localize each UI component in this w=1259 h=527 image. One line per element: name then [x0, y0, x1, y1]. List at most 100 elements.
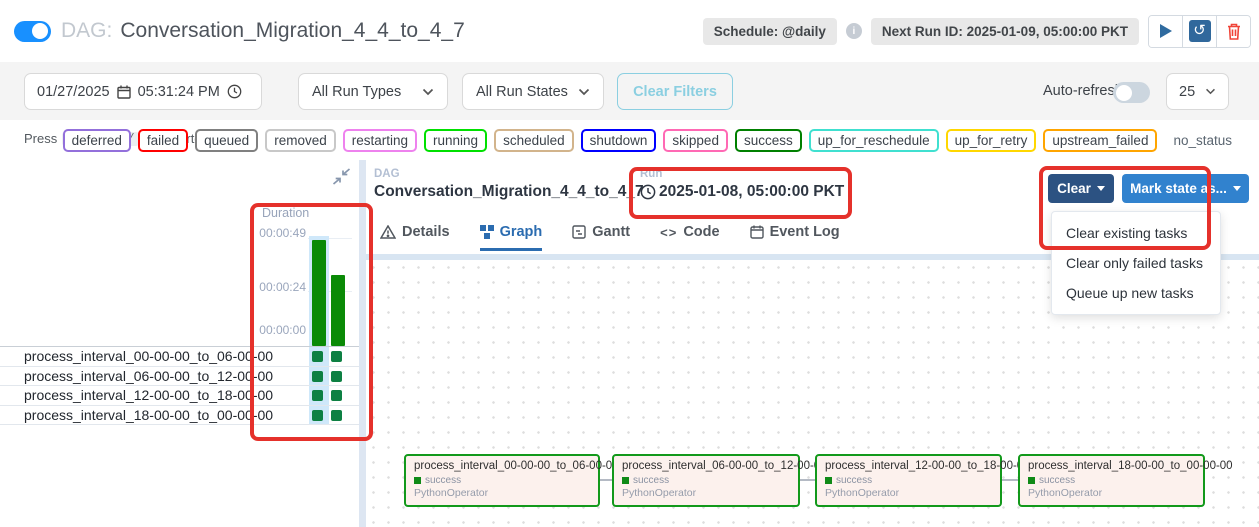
refresh-icon: ↺ — [1189, 20, 1211, 42]
node-status: success — [622, 475, 669, 486]
tab-label: Event Log — [770, 224, 840, 240]
tab-gantt[interactable]: Gantt — [572, 224, 630, 248]
time-value[interactable]: 05:31:24 PM — [138, 84, 220, 100]
play-icon — [1160, 24, 1172, 38]
tab-event-log[interactable]: Event Log — [750, 224, 840, 248]
success-square-icon — [825, 477, 832, 484]
grid-panel: Duration 00:00:49 00:00:24 00:00:00 proc… — [0, 160, 359, 527]
tab-label: Code — [683, 224, 719, 240]
legend-badge-scheduled[interactable]: scheduled — [494, 129, 574, 152]
run-states-select[interactable]: All Run States — [462, 73, 604, 110]
dag-name-value: Conversation_Migration_4_4_to_4_7 — [374, 183, 644, 201]
node-status-label: success — [633, 475, 669, 486]
graph-node[interactable]: process_interval_06-00-00_to_12-00-00 su… — [612, 454, 800, 507]
y-tick: 00:00:24 — [259, 280, 306, 294]
auto-refresh-toggle[interactable] — [1113, 82, 1150, 103]
node-operator: PythonOperator — [825, 487, 899, 499]
legend-badge-queued[interactable]: queued — [195, 129, 258, 152]
task-row: process_interval_18-00-00_to_00-00-00 — [0, 406, 359, 426]
legend-badge-upstream-failed[interactable]: upstream_failed — [1043, 129, 1157, 152]
tab-graph[interactable]: Graph — [480, 224, 543, 251]
duration-axis-title: Duration — [262, 206, 309, 220]
legend-badge-deferred[interactable]: deferred — [63, 129, 131, 152]
task-name[interactable]: process_interval_00-00-00_to_06-00-00 — [24, 348, 273, 364]
node-status-label: success — [836, 475, 872, 486]
node-status: success — [414, 475, 461, 486]
tab-label: Details — [402, 224, 450, 240]
gantt-icon — [572, 225, 586, 239]
task-row: process_interval_12-00-00_to_18-00-00 — [0, 386, 359, 406]
clear-filters-button[interactable]: Clear Filters — [617, 73, 733, 110]
mark-state-as-button[interactable]: Mark state as... — [1122, 174, 1249, 203]
tab-code[interactable]: <> Code — [660, 224, 719, 248]
tab-details[interactable]: Details — [380, 224, 450, 248]
refresh-dag-button[interactable]: ↺ — [1182, 16, 1216, 47]
legend-badge-shutdown[interactable]: shutdown — [581, 129, 657, 152]
task-instance-square[interactable] — [331, 371, 342, 382]
dag-pause-toggle[interactable] — [14, 21, 51, 42]
success-square-icon — [622, 477, 629, 484]
run-timestamp: 2025-01-08, 05:00:00 PKT — [659, 183, 844, 201]
task-instance-square[interactable] — [331, 390, 342, 401]
duration-bar[interactable] — [312, 240, 326, 346]
legend-badge-success[interactable]: success — [735, 129, 802, 152]
dag-section-label: DAG — [374, 168, 400, 180]
panel-resize-divider[interactable] — [359, 160, 366, 527]
menu-item-clear-existing[interactable]: Clear existing tasks — [1052, 218, 1220, 248]
hint-press: Press — [24, 131, 57, 146]
task-instance-square[interactable] — [331, 410, 342, 421]
graph-node[interactable]: process_interval_18-00-00_to_00-00-00 su… — [1018, 454, 1205, 507]
caret-down-icon — [1233, 186, 1241, 191]
auto-refresh-label: Auto-refresh — [1043, 83, 1123, 99]
node-title: process_interval_12-00-00_to_18-00-00 — [825, 460, 1030, 472]
clear-dropdown-menu: Clear existing tasks Clear only failed t… — [1051, 211, 1221, 315]
date-time-picker[interactable]: 01/27/2025 05:31:24 PM — [24, 73, 262, 110]
legend-badge-up-for-reschedule[interactable]: up_for_reschedule — [809, 129, 939, 152]
trash-icon — [1226, 22, 1242, 41]
schedule-badge: Schedule: @daily — [703, 18, 837, 45]
task-instance-square[interactable] — [312, 410, 323, 421]
filter-bar: 01/27/2025 05:31:24 PM All Run Types All… — [0, 62, 1259, 120]
task-name[interactable]: process_interval_06-00-00_to_12-00-00 — [24, 368, 273, 384]
dag-header: DAG: Conversation_Migration_4_4_to_4_7 S… — [0, 0, 1259, 63]
run-tabs: Details Graph Gantt <> Code — [380, 224, 840, 254]
legend-badge-up-for-retry[interactable]: up_for_retry — [946, 129, 1037, 152]
menu-item-clear-failed[interactable]: Clear only failed tasks — [1052, 248, 1220, 278]
page-size-select[interactable]: 25 — [1166, 73, 1229, 110]
chevron-down-icon — [1205, 88, 1216, 95]
legend-badge-running[interactable]: running — [424, 129, 487, 152]
info-icon[interactable]: i — [846, 23, 862, 39]
run-types-select[interactable]: All Run Types — [298, 73, 448, 110]
duration-bar[interactable] — [331, 275, 345, 346]
menu-item-queue-new[interactable]: Queue up new tasks — [1052, 278, 1220, 308]
clock-icon — [640, 184, 656, 200]
task-instance-square[interactable] — [331, 351, 342, 362]
graph-icon — [480, 225, 494, 239]
clear-button-label: Clear — [1057, 181, 1091, 196]
task-instance-square[interactable] — [312, 351, 323, 362]
task-list: process_interval_00-00-00_to_06-00-00 pr… — [0, 346, 359, 425]
task-instance-square[interactable] — [312, 390, 323, 401]
task-instance-square[interactable] — [312, 371, 323, 382]
node-operator: PythonOperator — [622, 487, 696, 499]
legend-badge-failed[interactable]: failed — [138, 129, 188, 152]
node-operator: PythonOperator — [414, 487, 488, 499]
legend-badge-removed[interactable]: removed — [265, 129, 336, 152]
legend-badge-restarting[interactable]: restarting — [343, 129, 417, 152]
task-name[interactable]: process_interval_12-00-00_to_18-00-00 — [24, 387, 273, 403]
caret-down-icon — [1097, 186, 1105, 191]
clear-button[interactable]: Clear — [1048, 174, 1114, 203]
trigger-dag-button[interactable] — [1149, 16, 1182, 47]
task-name[interactable]: process_interval_18-00-00_to_00-00-00 — [24, 407, 273, 423]
y-tick: 00:00:00 — [259, 323, 306, 337]
graph-node[interactable]: process_interval_00-00-00_to_06-00-00 su… — [404, 454, 600, 507]
node-status: success — [1028, 475, 1075, 486]
collapse-panel-icon[interactable] — [331, 168, 352, 185]
delete-dag-button[interactable] — [1216, 16, 1250, 47]
y-tick: 00:00:49 — [259, 226, 306, 240]
date-value[interactable]: 01/27/2025 — [37, 84, 110, 100]
page-size-value: 25 — [1179, 84, 1195, 100]
legend-badge-skipped[interactable]: skipped — [663, 129, 728, 152]
graph-node[interactable]: process_interval_12-00-00_to_18-00-00 su… — [815, 454, 1002, 507]
node-status-label: success — [425, 475, 461, 486]
